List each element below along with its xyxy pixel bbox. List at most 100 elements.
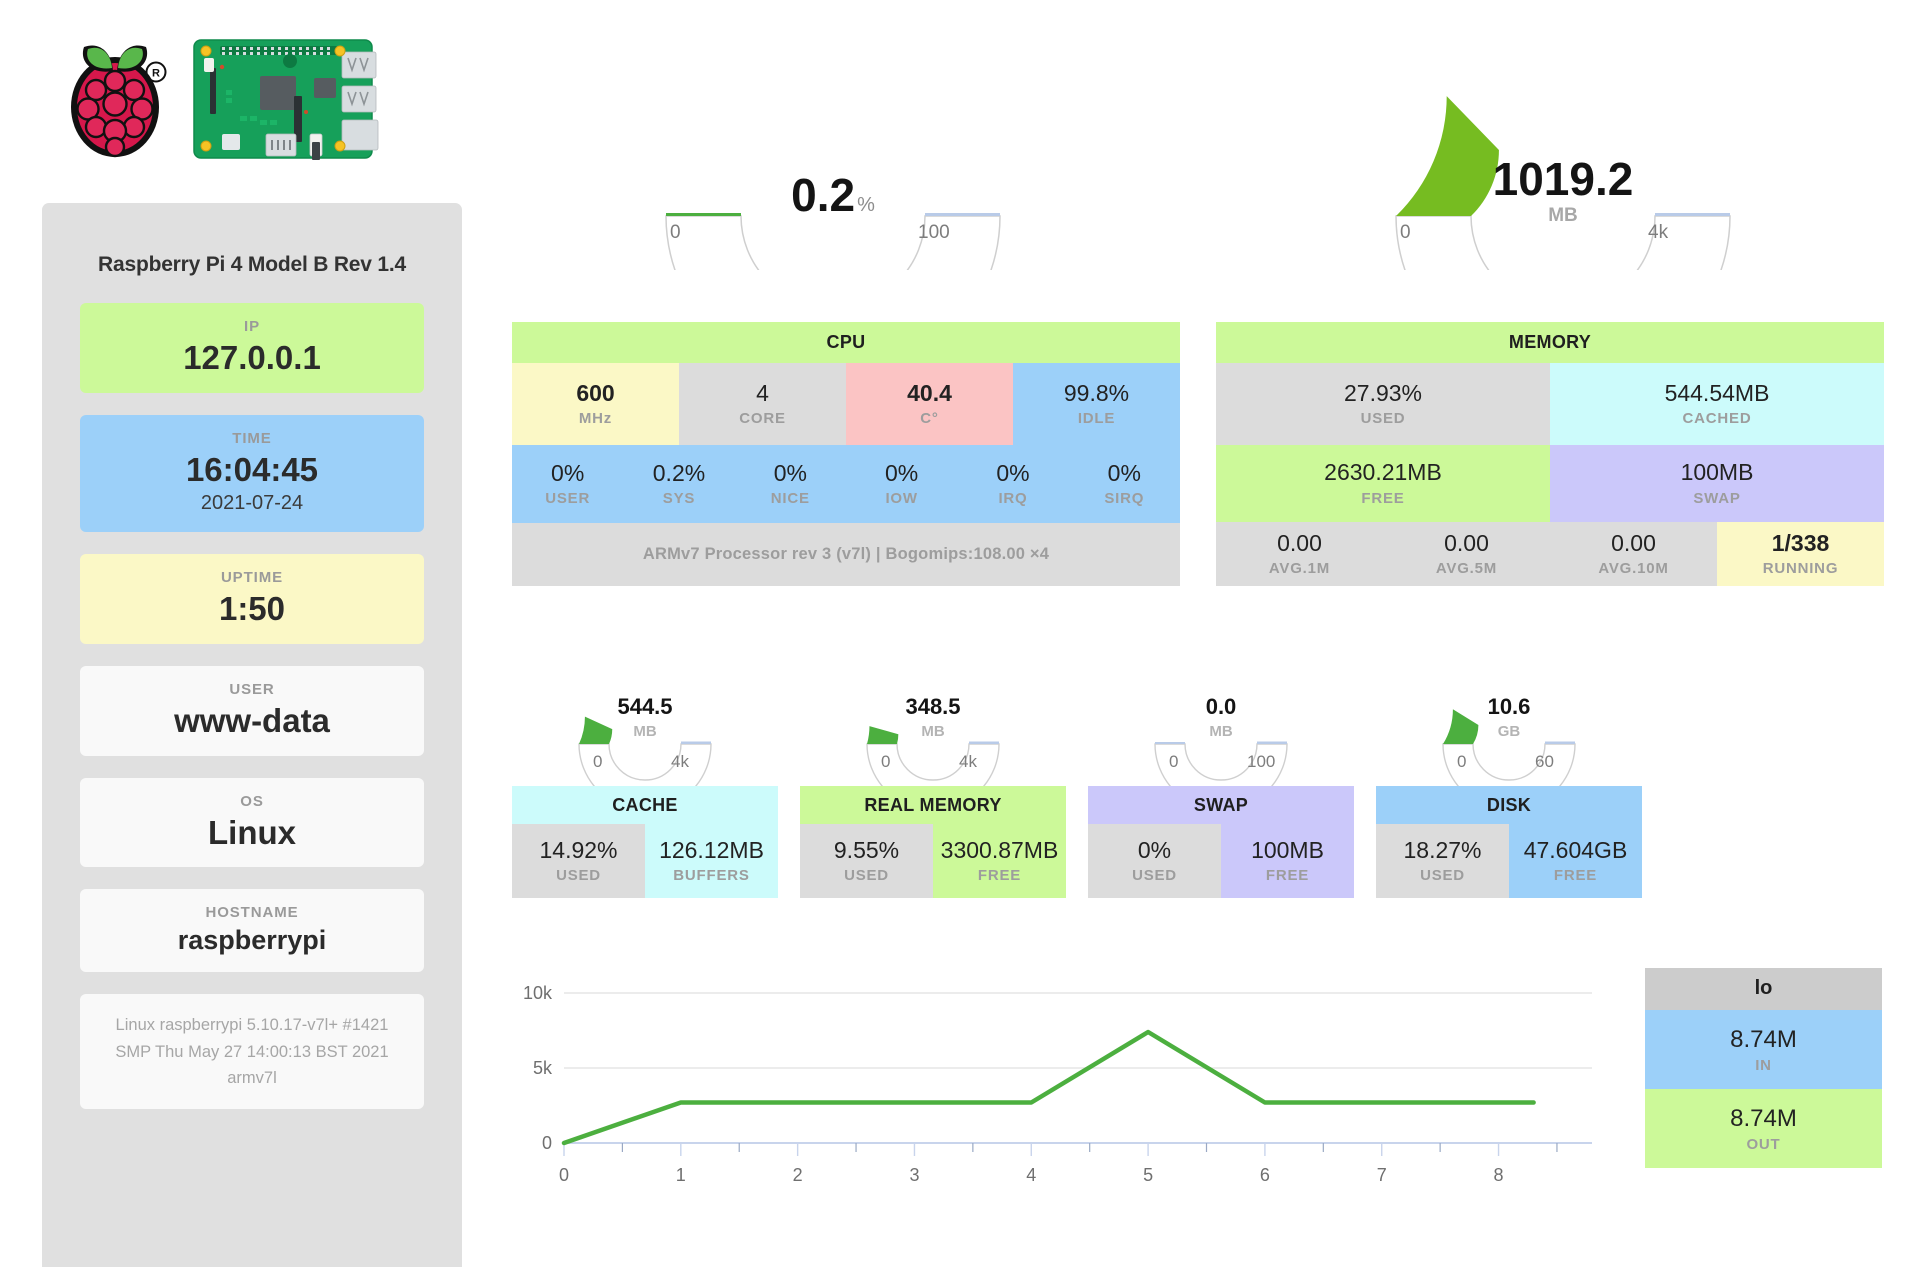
cpu-breakdown-value: 0% [1107, 459, 1141, 486]
network-interface-panel: lo 8.74M IN 8.74M OUT [1645, 968, 1882, 1168]
raspberry-pi-board-image [193, 39, 379, 160]
memory-stat-value: 2630.21MB [1324, 459, 1442, 486]
panel-title: SWAP [1088, 786, 1354, 824]
cpu-breakdown-label: IOW [885, 490, 918, 508]
sidebar-card-value: 16:04:45 [185, 450, 319, 488]
panel-stat-value: 0% [1137, 836, 1172, 863]
gauge-swap: 0.0 MB 0 100 [1088, 670, 1354, 786]
sidebar-card-value: raspberrypi [177, 925, 327, 956]
sidebar-card-value: 1:50 [218, 590, 286, 628]
gauge-real-memory: 348.5 MB 0 4k [800, 670, 1066, 786]
panel-stat-label: USED [1420, 867, 1465, 885]
svg-text:1: 1 [676, 1165, 686, 1185]
network-in-cell: 8.74M IN [1645, 1010, 1882, 1089]
gauge-value: 0.0 [1205, 694, 1237, 719]
memory-stat-avg5m: 0.00 AVG.5M [1383, 522, 1550, 586]
chart-y-axis-labels: 0 5k 10k [523, 983, 553, 1153]
panel-stat-label: FREE [977, 867, 1022, 885]
memory-gauge-min-tick: 0 [1400, 222, 1411, 243]
panel-stat-buffers: 126.12MB BUFFERS [645, 824, 778, 898]
cpu-breakdown-iow: 0% IOW [846, 445, 957, 523]
panel-swap: 0.0 MB 0 100 SWAP 0% USED 100MB FREE [1088, 670, 1354, 898]
sidebar-card-ip: IP 127.0.0.1 [80, 303, 424, 393]
panel-title: DISK [1376, 786, 1642, 824]
gauge-value: 544.5 [617, 694, 673, 719]
panel-title: CACHE [512, 786, 778, 824]
memory-stats-row-1: 27.93% USED 544.54MB CACHED [1216, 363, 1884, 445]
memory-panel-title: MEMORY [1216, 322, 1884, 363]
cpu-stat-value: 99.8% [1063, 379, 1130, 406]
memory-stat-value: 0.00 [1277, 529, 1322, 556]
gauge-min-tick: 0 [881, 752, 891, 771]
gauge-min-tick: 0 [593, 752, 603, 771]
svg-text:0: 0 [559, 1165, 569, 1185]
panel-stat-value: 100MB [1251, 836, 1324, 863]
panel-stat-value: 3300.87MB [940, 836, 1059, 863]
cpu-stat-label: MHz [578, 410, 613, 428]
cpu-usage-gauge: 0.2% 0 100 [618, 20, 1048, 270]
kernel-version-text: Linux raspberrypi 5.10.17-v7l+ #1421 SMP… [80, 994, 424, 1110]
panel-stat-value: 9.55% [833, 836, 900, 863]
cpu-processor-note: ARMv7 Processor rev 3 (v7l) | Bogomips:1… [512, 523, 1180, 586]
memory-stat-value: 1/338 [1771, 529, 1830, 556]
memory-stat-running: 1/338 RUNNING [1717, 522, 1884, 586]
panel-stat-used: 0% USED [1088, 824, 1221, 898]
svg-text:5k: 5k [533, 1058, 553, 1078]
network-traffic-chart: 0 5k 10k 0 1 2 3 4 5 6 7 8 [523, 983, 1592, 1185]
device-model-title: Raspberry Pi 4 Model B Rev 1.4 [98, 253, 406, 276]
panel-stat-used: 14.92% USED [512, 824, 645, 898]
memory-stat-label: FREE [1361, 489, 1405, 507]
gauge-unit: MB [921, 723, 945, 740]
sidebar-card-list: IP 127.0.0.1 TIME 16:04:45 2021-07-24 UPTIME 1… [80, 303, 424, 973]
network-in-value: 8.74M [1730, 1026, 1797, 1053]
cpu-gauge-arc [665, 213, 1001, 270]
panel-stat-value: 126.12MB [659, 836, 764, 863]
cpu-stat-core: 4 CORE [679, 363, 846, 445]
gauge-unit: MB [633, 723, 657, 740]
sidebar-card-subvalue: 2021-07-24 [200, 492, 304, 515]
branding-header: R [60, 14, 400, 184]
gauge-max-tick: 60 [1535, 752, 1554, 771]
panel-title: REAL MEMORY [800, 786, 1066, 824]
memory-stat-label: AVG.10M [1598, 560, 1669, 578]
sidebar-card-value: 127.0.0.1 [183, 339, 321, 376]
panel-stat-label: FREE [1553, 867, 1598, 885]
panel-stat-value: 14.92% [539, 836, 618, 863]
memory-stat-avg10m: 0.00 AVG.10M [1550, 522, 1717, 586]
memory-stat-cached: 544.54MB CACHED [1550, 363, 1884, 445]
cpu-gauge-unit: % [857, 194, 875, 216]
panel-disk: 10.6 GB 0 60 DISK 18.27% USED 47.604GB FREE [1376, 670, 1642, 898]
sidebar-card-hostname: HOSTNAME raspberrypi [80, 889, 424, 973]
dashboard-root: R Raspberry Pi 4 Model B Rev 1.4 IP 127.… [0, 0, 1916, 1267]
memory-stat-value: 100MB [1680, 459, 1754, 486]
memory-stat-label: AVG.1M [1268, 560, 1331, 578]
cpu-stat-idle: 99.8% IDLE [1013, 363, 1180, 445]
panel-stats-row: 0% USED 100MB FREE [1088, 824, 1354, 898]
svg-text:4: 4 [1026, 1165, 1036, 1185]
cpu-breakdown-value: 0% [551, 459, 585, 486]
gauge-value: 348.5 [905, 694, 961, 719]
memory-stat-free: 2630.21MB FREE [1216, 445, 1550, 522]
cpu-breakdown-label: SIRQ [1104, 490, 1145, 508]
svg-text:5: 5 [1143, 1165, 1153, 1185]
memory-stat-value: 0.00 [1611, 529, 1656, 556]
panel-stats-row: 9.55% USED 3300.87MB FREE [800, 824, 1066, 898]
svg-text:0: 0 [542, 1133, 552, 1153]
memory-stat-label: USED [1360, 410, 1406, 428]
panel-stat-label: USED [844, 867, 889, 885]
svg-text:6: 6 [1260, 1165, 1270, 1185]
memory-stat-value: 544.54MB [1664, 379, 1770, 406]
sidebar-card-label: OS [240, 792, 264, 810]
cpu-breakdown-label: SYS [662, 490, 696, 508]
gauge-disk: 10.6 GB 0 60 [1376, 670, 1642, 786]
cpu-breakdown-value: 0.2% [652, 459, 706, 486]
memory-gauge-unit: MB [1548, 205, 1578, 226]
svg-text:2: 2 [793, 1165, 803, 1185]
gauge-min-tick: 0 [1169, 752, 1179, 771]
memory-panel: MEMORY 27.93% USED 544.54MB CACHED 2630.21M… [1216, 322, 1884, 586]
cpu-breakdown-irq: 0% IRQ [957, 445, 1068, 523]
svg-text:3: 3 [909, 1165, 919, 1185]
memory-stat-label: RUNNING [1762, 560, 1839, 578]
network-interface-name: lo [1645, 968, 1882, 1010]
memory-stats-row-2: 2630.21MB FREE 100MB SWAP [1216, 445, 1884, 522]
